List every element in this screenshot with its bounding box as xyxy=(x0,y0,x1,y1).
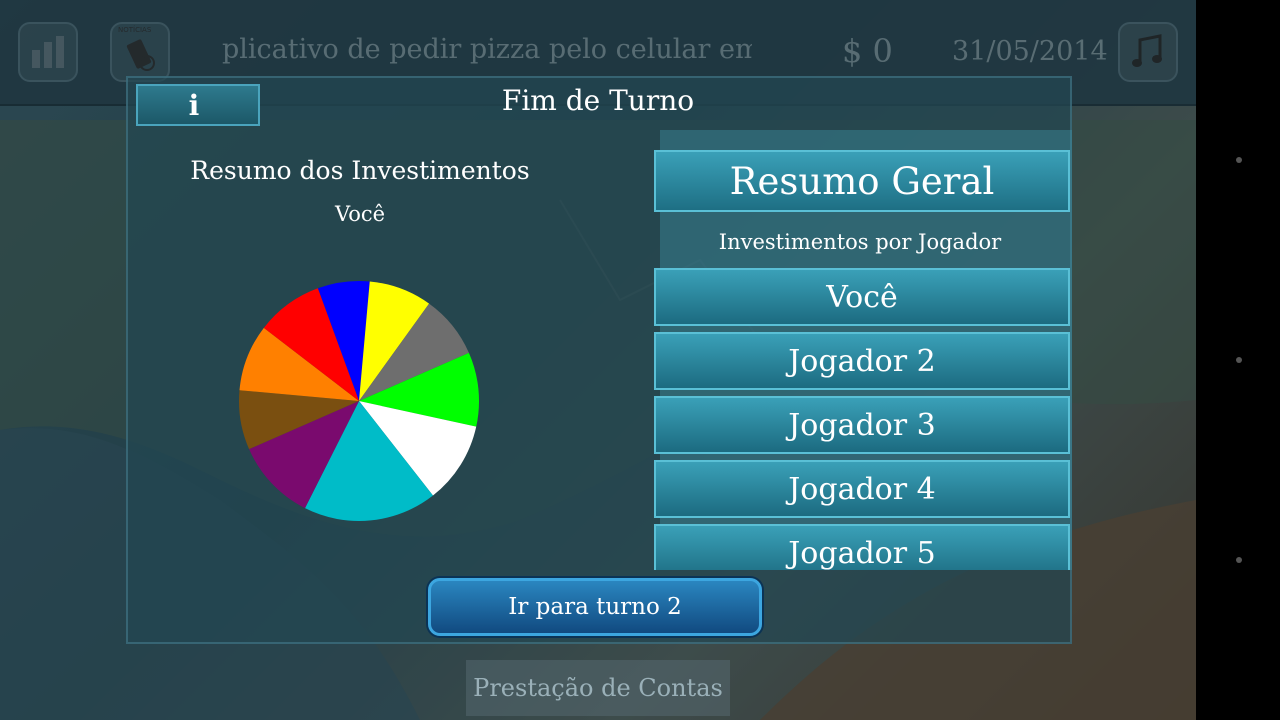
player-button-jogador-2[interactable]: Jogador 2 xyxy=(654,332,1070,390)
investments-pie-chart xyxy=(239,281,479,521)
player-button-jogador-3[interactable]: Jogador 3 xyxy=(654,396,1070,454)
dialog-title: Fim de Turno xyxy=(501,84,695,117)
investments-player-label: Você xyxy=(334,202,386,226)
nav-dot xyxy=(1236,357,1242,363)
general-summary-header: Resumo Geral xyxy=(654,150,1070,212)
nav-dot xyxy=(1236,157,1242,163)
accountability-button[interactable]: Prestação de Contas xyxy=(466,660,730,716)
player-button-jogador-4[interactable]: Jogador 4 xyxy=(654,460,1070,518)
player-button-jogador-5[interactable]: Jogador 5 xyxy=(654,524,1070,570)
investments-summary-title: Resumo dos Investimentos xyxy=(190,156,530,185)
player-list: Você Jogador 2 Jogador 3 Jogador 4 Jogad… xyxy=(654,268,1070,570)
player-button-voce[interactable]: Você xyxy=(654,268,1070,326)
nav-dot xyxy=(1236,557,1242,563)
next-turn-button[interactable]: Ir para turno 2 xyxy=(428,578,762,636)
investments-by-player-label: Investimentos por Jogador xyxy=(718,230,1002,254)
game-screen: NOTÍCIAS plicativo de pedir pizza pelo c… xyxy=(0,0,1196,720)
info-button[interactable]: i xyxy=(136,84,260,126)
